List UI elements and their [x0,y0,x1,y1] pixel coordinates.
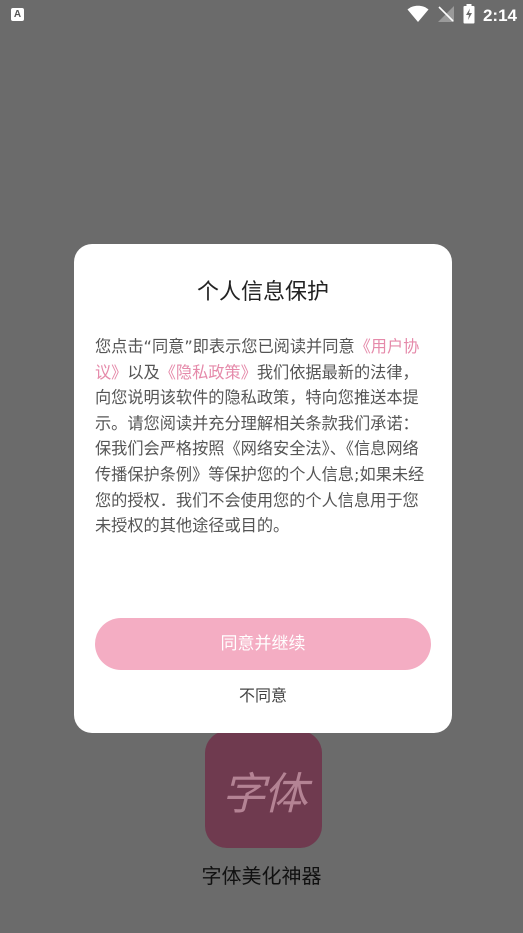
body-text-intro: 您点击“同意”即表示您已阅读并同意 [95,337,355,356]
agree-continue-button[interactable]: 同意并继续 [95,618,431,670]
notification-app-icon: A [11,8,24,21]
status-icons: 2:14 [407,4,517,28]
body-text-promise: 保我们会严格按照《网络安全法》、《信息网络传播保护条例》等保护您的个人信息;如果… [95,439,425,536]
privacy-policy-link[interactable]: 《隐私政策》 [160,363,257,382]
privacy-dialog: 个人信息保护 您点击“同意”即表示您已阅读并同意《用户协议》以及《隐私政策》我们… [74,244,452,733]
status-bar: A 2:14 [0,0,523,32]
wifi-icon [407,5,429,27]
battery-charging-icon [463,4,475,28]
dialog-title: 个人信息保护 [196,280,329,305]
body-text-and: 以及 [127,362,160,382]
disagree-button[interactable]: 不同意 [74,682,452,706]
dialog-body: 您点击“同意”即表示您已阅读并同意《用户协议》以及《隐私政策》我们依据最新的法律… [95,334,425,539]
status-time: 2:14 [482,6,517,25]
no-signal-icon [437,5,455,27]
app-icon: 字体 [205,731,322,848]
app-name: 字体美化神器 [201,864,322,888]
app-icon-text: 字体 [221,768,308,820]
